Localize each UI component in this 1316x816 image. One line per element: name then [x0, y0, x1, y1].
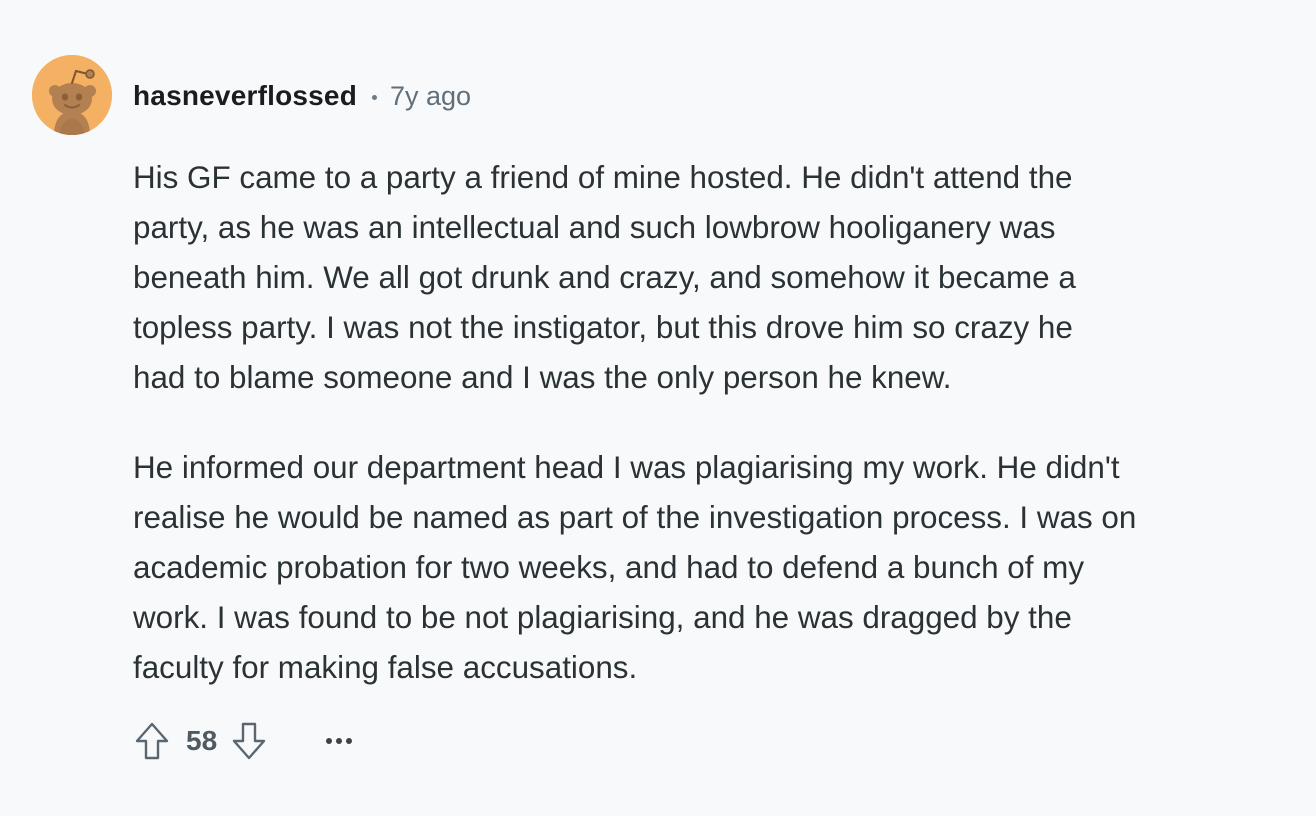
text-line: beneath him. We all got drunk and crazy,…	[133, 260, 1076, 295]
text-line: faculty for making false accusations.	[133, 650, 638, 685]
comment-body: His GF came to a party a friend of mine …	[133, 153, 1303, 693]
comment-header: hasneverflossed 7y ago	[133, 78, 471, 114]
text-line: His GF came to a party a friend of mine …	[133, 160, 1073, 195]
separator-dot	[372, 94, 377, 100]
user-avatar[interactable]	[32, 55, 112, 135]
arrow-down-icon	[232, 722, 266, 760]
text-line: topless party. I was not the instigator,…	[133, 310, 1073, 345]
text-line: had to blame someone and I was the only …	[133, 360, 952, 395]
comment-paragraph-1: His GF came to a party a friend of mine …	[133, 153, 1303, 403]
downvote-button[interactable]	[229, 718, 269, 764]
more-options-button[interactable]	[319, 718, 359, 764]
text-line: academic probation for two weeks, and ha…	[133, 550, 1085, 585]
ellipsis-icon	[326, 738, 353, 744]
arrow-up-icon	[135, 722, 169, 760]
upvote-button[interactable]	[132, 718, 172, 764]
comment-timestamp[interactable]: 7y ago	[390, 81, 471, 112]
username-link[interactable]: hasneverflossed	[133, 80, 357, 112]
text-line: work. I was found to be not plagiarising…	[133, 600, 1072, 635]
text-line: party, as he was an intellectual and suc…	[133, 210, 1056, 245]
text-line: He informed our department head I was pl…	[133, 450, 1120, 485]
comment-paragraph-2: He informed our department head I was pl…	[133, 443, 1303, 693]
vote-score: 58	[186, 725, 218, 756]
comment-actions: 58	[132, 718, 359, 764]
comment: hasneverflossed 7y ago His GF came to a …	[0, 0, 1316, 816]
text-line: realise he would be named as part of the…	[133, 500, 1137, 535]
snoo-avatar-icon	[32, 55, 112, 135]
